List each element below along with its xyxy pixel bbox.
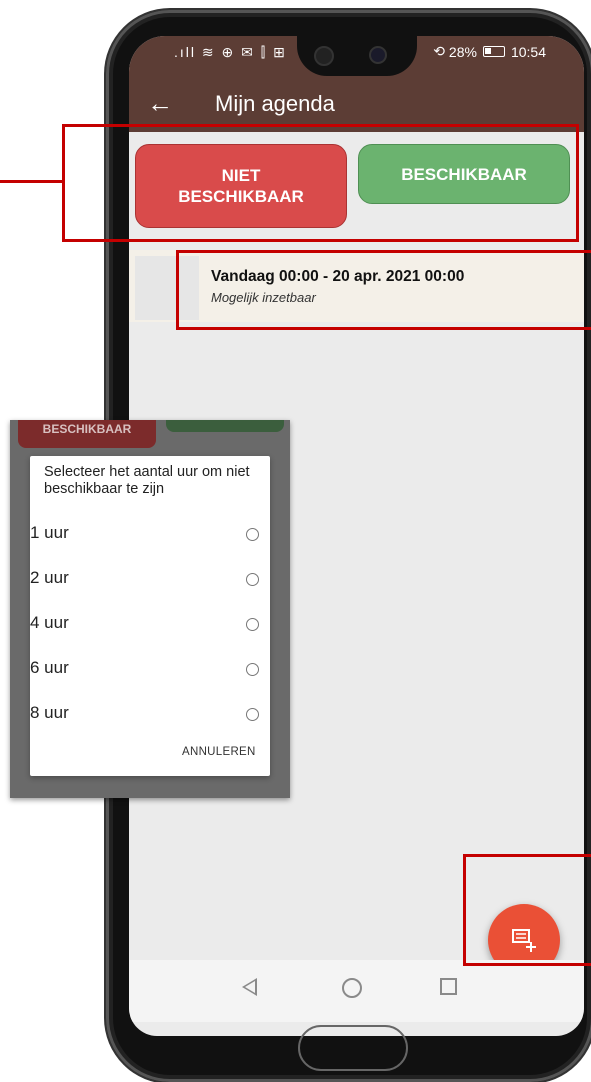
android-nav-bar <box>129 960 584 1022</box>
highlight-pointer-line <box>0 180 64 183</box>
option-label: 4 uur <box>30 613 69 632</box>
nav-recents-icon[interactable] <box>440 978 457 995</box>
status-right: ⟲ 28% 10:54 <box>433 43 546 60</box>
option-1-uur[interactable]: 1 uur <box>30 519 270 549</box>
dimmed-available-button <box>166 420 284 432</box>
dialog-title: Selecteer het aantal uur om niet beschik… <box>44 464 250 497</box>
highlight-event-box <box>176 250 591 330</box>
nav-home-icon[interactable] <box>342 978 362 998</box>
nav-back-icon[interactable] <box>242 978 257 996</box>
radio-icon[interactable] <box>246 618 259 631</box>
option-label: 8 uur <box>30 703 69 722</box>
radio-icon[interactable] <box>246 573 259 586</box>
option-2-uur[interactable]: 2 uur <box>30 564 270 594</box>
option-6-uur[interactable]: 6 uur <box>30 654 270 684</box>
hours-dialog: Selecteer het aantal uur om niet beschik… <box>30 456 270 776</box>
radio-icon[interactable] <box>246 708 259 721</box>
battery-icon <box>482 46 505 57</box>
option-label: 1 uur <box>30 523 69 542</box>
battery-percent: 28% <box>448 43 477 60</box>
back-arrow-icon[interactable]: ← <box>147 86 173 120</box>
dialog-inset: BESCHIKBAAR Selecteer het aantal uur om … <box>10 420 290 798</box>
hardware-home-button[interactable] <box>298 1025 408 1071</box>
cancel-button[interactable]: ANNULEREN <box>182 746 256 758</box>
clock: 10:54 <box>510 43 546 60</box>
radio-icon[interactable] <box>246 528 259 541</box>
option-8-uur[interactable]: 8 uur <box>30 699 270 729</box>
option-4-uur[interactable]: 4 uur <box>30 609 270 639</box>
dimmed-not-available-button: BESCHIKBAAR <box>18 420 156 448</box>
camera-icon <box>369 46 387 64</box>
status-icons: .ıll ≋ ⊕ ✉ ⫿ ⊞ <box>174 44 287 60</box>
highlight-buttons-box <box>62 124 579 242</box>
highlight-fab-box <box>463 854 591 966</box>
speaker-icon <box>314 46 334 66</box>
radio-icon[interactable] <box>246 663 259 676</box>
page-title: Mijn agenda <box>215 91 335 116</box>
speed-icon: ⟲ <box>433 43 445 59</box>
option-label: 2 uur <box>30 568 69 587</box>
option-label: 6 uur <box>30 658 69 677</box>
